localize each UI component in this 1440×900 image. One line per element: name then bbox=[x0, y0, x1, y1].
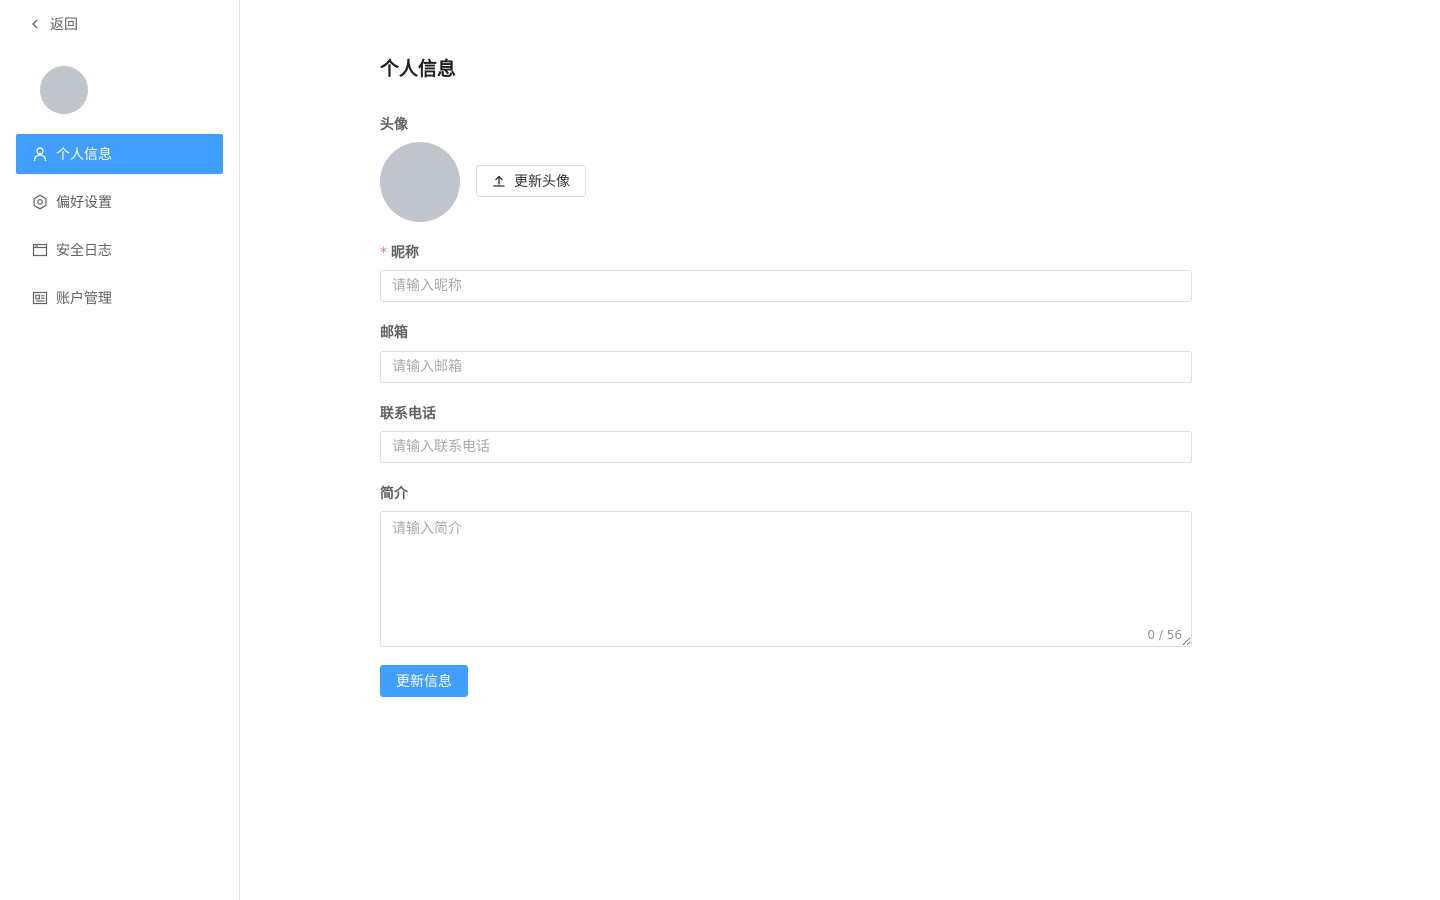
main-content: 个人信息 头像 更新头像 *昵称 邮箱 联系电话 简介 0 / 56 更新信息 bbox=[240, 0, 1440, 900]
id-card-icon bbox=[32, 290, 48, 306]
avatar-label: 头像 bbox=[380, 117, 408, 133]
bio-label: 简介 bbox=[380, 486, 408, 502]
chevron-left-icon bbox=[28, 17, 42, 31]
update-avatar-label: 更新头像 bbox=[514, 174, 570, 190]
sidebar-item-profile[interactable]: 个人信息 bbox=[16, 134, 223, 174]
update-avatar-button[interactable]: 更新头像 bbox=[476, 165, 586, 197]
nickname-label: * 昵称 bbox=[380, 242, 419, 262]
sidebar-item-account[interactable]: 账户管理 bbox=[16, 278, 223, 318]
required-star: * bbox=[380, 245, 387, 261]
phone-label: 联系电话 bbox=[380, 406, 436, 422]
sidebar-item-security-log[interactable]: 安全日志 bbox=[16, 230, 223, 270]
bio-textarea[interactable] bbox=[380, 511, 1192, 647]
gear-icon bbox=[32, 194, 48, 210]
upload-icon bbox=[492, 174, 506, 188]
nickname-label-text: 昵称 bbox=[391, 245, 419, 261]
sidebar-item-preferences[interactable]: 偏好设置 bbox=[16, 182, 223, 222]
browser-window-icon bbox=[32, 242, 48, 258]
update-info-button[interactable]: 更新信息 bbox=[380, 665, 468, 697]
email-input[interactable] bbox=[380, 351, 1192, 383]
nickname-input[interactable] bbox=[380, 270, 1192, 302]
sidebar-item-label: 偏好设置 bbox=[56, 195, 112, 211]
back-link[interactable]: 返回 bbox=[28, 14, 78, 34]
email-label: 邮箱 bbox=[380, 325, 408, 341]
back-label: 返回 bbox=[50, 17, 78, 33]
sidebar-avatar bbox=[40, 66, 88, 114]
sidebar-item-label: 账户管理 bbox=[56, 291, 112, 307]
page-title: 个人信息 bbox=[380, 58, 457, 80]
sidebar: 返回 个人信息 偏好设置 安全日志 账户管理 bbox=[0, 0, 240, 900]
avatar bbox=[380, 142, 460, 222]
sidebar-menu: 个人信息 偏好设置 安全日志 账户管理 bbox=[16, 134, 223, 326]
bio-char-counter: 0 / 56 bbox=[1147, 628, 1182, 642]
sidebar-item-label: 个人信息 bbox=[56, 147, 112, 163]
sidebar-item-label: 安全日志 bbox=[56, 243, 112, 259]
user-icon bbox=[32, 146, 48, 162]
phone-input[interactable] bbox=[380, 431, 1192, 463]
